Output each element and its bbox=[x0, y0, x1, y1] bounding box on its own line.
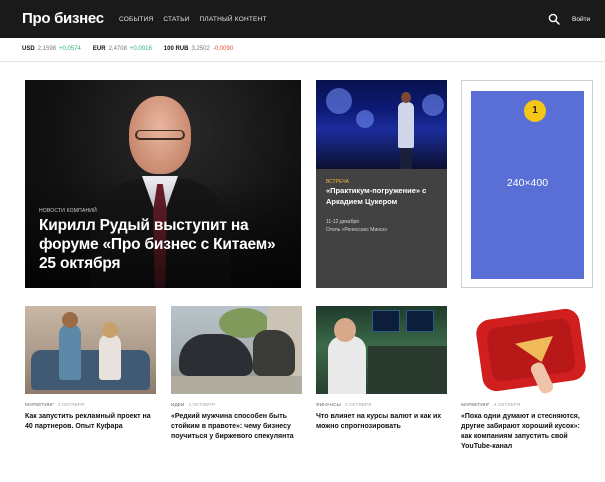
nav-item-paid-content[interactable]: ПЛАТНЫЙ КОНТЕНТ bbox=[200, 16, 267, 23]
image-screen bbox=[372, 310, 400, 332]
speaker-figure bbox=[401, 92, 411, 103]
rate-usd[interactable]: USD 2,1598 +0,0574 bbox=[22, 46, 81, 52]
nav-item-events[interactable]: СОБЫТИЯ bbox=[119, 16, 153, 23]
image-screen bbox=[406, 310, 434, 332]
ad-size-label: 240×400 bbox=[506, 177, 549, 189]
image-person bbox=[59, 324, 81, 380]
article-title[interactable]: Что влияет на курсы валют и как их можно… bbox=[316, 412, 447, 432]
hero-category[interactable]: НОВОСТИ КОМПАНИЙ bbox=[39, 208, 97, 214]
image-bear-statue bbox=[179, 334, 253, 376]
image-trader bbox=[334, 318, 356, 342]
article-meta: МАРКЕТИНГ 4 октября bbox=[461, 403, 520, 408]
image-person bbox=[62, 312, 78, 328]
article-image[interactable] bbox=[171, 306, 302, 394]
rate-change: +0,0016 bbox=[129, 46, 152, 52]
article-meta: ФИНАНСЫ 4 октября bbox=[316, 403, 371, 408]
ad-banner[interactable]: 1 240×400 bbox=[471, 91, 584, 279]
site-header: Про бизнес СОБЫТИЯ СТАТЬИ ПЛАТНЫЙ КОНТЕН… bbox=[0, 0, 605, 38]
event-card[interactable]: ВСТРЕЧА «Практикум-погружение» с Аркадие… bbox=[316, 80, 447, 288]
speaker-figure bbox=[398, 102, 414, 148]
login-link[interactable]: Войти bbox=[572, 16, 590, 23]
event-title[interactable]: «Практикум-погружение» с Аркадием Цукеро… bbox=[326, 186, 444, 207]
article-meta: МАРКЕТИНГ 3 октября bbox=[25, 403, 84, 408]
article-title[interactable]: «Пока одни думают и стесняются, другие з… bbox=[461, 412, 592, 452]
image-person bbox=[99, 334, 121, 380]
rate-value: 2,1598 bbox=[37, 46, 57, 52]
event-date: 11-12 декабря bbox=[326, 219, 359, 225]
article-meta: ИДЕИ 4 октября bbox=[171, 403, 215, 408]
article-title[interactable]: Как запустить рекламный проект на 40 пар… bbox=[25, 412, 156, 432]
rate-currency: USD bbox=[22, 46, 35, 52]
article-title[interactable]: «Редкий мужчина способен быть стойким в … bbox=[171, 412, 302, 442]
article-category[interactable]: ФИНАНСЫ bbox=[316, 403, 341, 408]
event-category: ВСТРЕЧА bbox=[326, 179, 350, 185]
article-date: 4 октября bbox=[493, 403, 521, 408]
image-trader bbox=[328, 336, 366, 394]
event-image bbox=[316, 80, 447, 169]
article-category[interactable]: МАРКЕТИНГ bbox=[461, 403, 490, 408]
event-place: Отель «Ренессанс Минск» bbox=[326, 227, 388, 233]
image-ground bbox=[171, 376, 302, 394]
hero-article[interactable]: НОВОСТИ КОМПАНИЙ Кирилл Рудый выступит н… bbox=[25, 80, 301, 288]
currency-rates: USD 2,1598 +0,0574 EUR 2,4708 +0,0016 10… bbox=[22, 46, 233, 52]
article-category[interactable]: МАРКЕТИНГ bbox=[25, 403, 54, 408]
ad-slot: 1 240×400 bbox=[461, 80, 593, 288]
image-crowd bbox=[368, 346, 447, 394]
ad-number-badge: 1 bbox=[524, 100, 546, 122]
stage-light bbox=[326, 88, 352, 114]
rate-value: 3,2502 bbox=[191, 46, 210, 52]
rate-change: +0,0574 bbox=[59, 46, 81, 52]
nav-item-articles[interactable]: СТАТЬИ bbox=[163, 16, 189, 23]
site-logo[interactable]: Про бизнес bbox=[22, 10, 104, 27]
article-date: 4 октября bbox=[344, 403, 372, 408]
article-image[interactable] bbox=[461, 306, 592, 394]
article-date: 4 октября bbox=[188, 403, 215, 408]
image-person bbox=[102, 322, 118, 338]
stage-light bbox=[356, 110, 374, 128]
main-nav: СОБЫТИЯ СТАТЬИ ПЛАТНЫЙ КОНТЕНТ bbox=[119, 16, 267, 23]
rate-eur[interactable]: EUR 2,4708 +0,0016 bbox=[93, 46, 152, 52]
article-image[interactable] bbox=[25, 306, 156, 394]
rate-currency: 100 RUB bbox=[163, 46, 189, 52]
article-image[interactable] bbox=[316, 306, 447, 394]
currency-ticker: USD 2,1598 +0,0574 EUR 2,4708 +0,0016 10… bbox=[0, 38, 605, 62]
rate-change: -0,0090 bbox=[212, 46, 234, 52]
image-bull-statue bbox=[253, 330, 295, 376]
rate-value: 2,4708 bbox=[108, 46, 127, 52]
rate-currency: EUR bbox=[92, 46, 106, 52]
hero-title[interactable]: Кирилл Рудый выступит на форуме «Про биз… bbox=[39, 216, 291, 273]
image-sofa bbox=[31, 350, 150, 390]
speaker-figure bbox=[400, 146, 412, 169]
rate-rub[interactable]: 100 RUB 3,2502 -0,0090 bbox=[164, 46, 233, 52]
article-category[interactable]: ИДЕИ bbox=[171, 403, 184, 408]
stage-light bbox=[422, 94, 444, 116]
search-icon[interactable] bbox=[548, 13, 560, 25]
article-date: 3 октября bbox=[57, 403, 85, 408]
hero-image-glasses bbox=[135, 130, 185, 140]
